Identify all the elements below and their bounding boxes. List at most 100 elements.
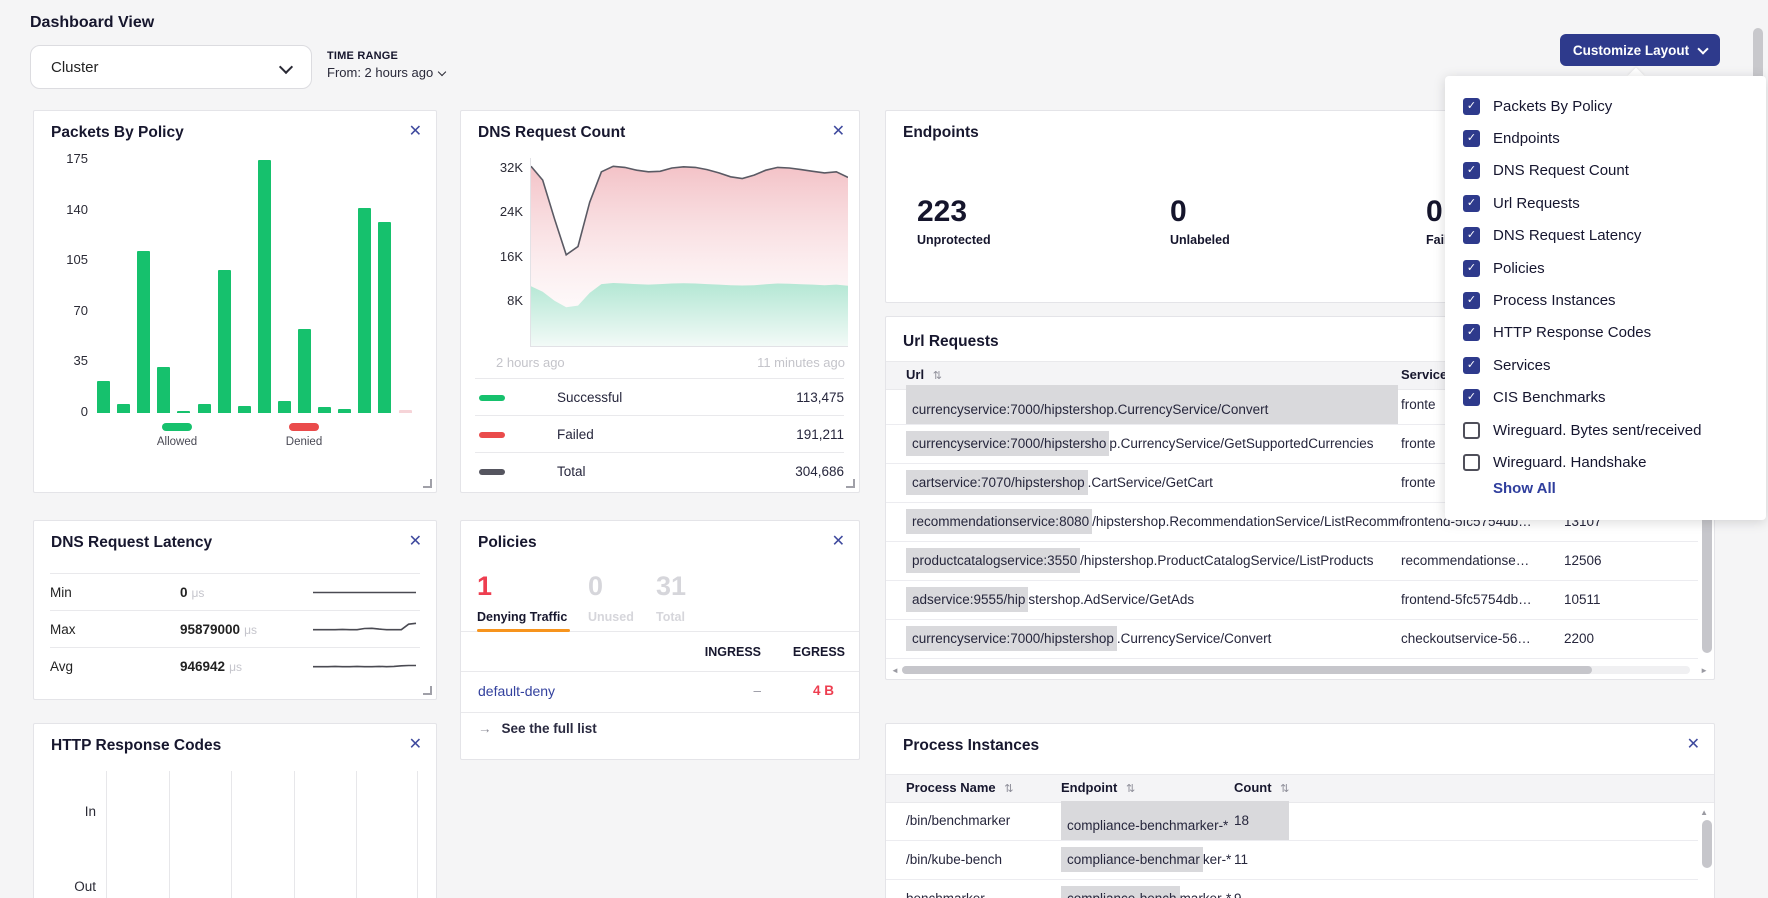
- stat-value: 223: [917, 195, 991, 229]
- column-header-process-name[interactable]: Process Name ⇅: [906, 780, 1013, 795]
- url-text: /hipstershop.ProductCatalogService/ListP…: [1080, 553, 1373, 568]
- url-cell: productcatalogservice:3550/hipstershop.P…: [906, 541, 1401, 580]
- menu-item-dns-request-count[interactable]: ✓DNS Request Count: [1445, 155, 1766, 187]
- menu-item-endpoints[interactable]: ✓Endpoints: [1445, 122, 1766, 154]
- time-range-value[interactable]: From: 2 hours ago: [327, 65, 445, 80]
- endpoint-text: marker-*: [1180, 891, 1232, 898]
- count-cell: 18: [1234, 801, 1249, 840]
- policy-name-link[interactable]: default-deny: [478, 683, 555, 699]
- checkbox-checked-icon[interactable]: ✓: [1463, 292, 1480, 309]
- vertical-scrollbar[interactable]: [1702, 820, 1712, 868]
- menu-item-cis-benchmarks[interactable]: ✓CIS Benchmarks: [1445, 382, 1766, 414]
- menu-item-dns-request-latency[interactable]: ✓ DNS Request Latency: [1445, 220, 1766, 252]
- resize-handle[interactable]: [846, 479, 855, 488]
- horizontal-scrollbar[interactable]: [902, 666, 1592, 674]
- menu-item-label: Policies: [1493, 260, 1545, 277]
- table-row[interactable]: /bin/kube-benchcompliance-benchmarker-*1…: [886, 840, 1698, 880]
- checkbox-checked-icon[interactable]: ✓: [1463, 324, 1480, 341]
- vertical-scrollbar[interactable]: [1702, 503, 1712, 653]
- menu-item-http-response-codes[interactable]: ✓HTTP Response Codes: [1445, 317, 1766, 349]
- view-scope-select[interactable]: Cluster: [30, 45, 312, 89]
- sparkline: [313, 656, 418, 677]
- legend-item-denied: Denied: [274, 423, 334, 448]
- column-header-url[interactable]: Url ⇅: [906, 367, 942, 382]
- gridline: [106, 771, 107, 898]
- policies-tab-denying-traffic[interactable]: 1Denying Traffic: [477, 571, 567, 624]
- table-row[interactable]: /bin/benchmarkercompliance-benchmarker-*…: [886, 801, 1698, 841]
- url-text: .CurrencyService/Convert: [1117, 631, 1272, 646]
- table-row[interactable]: currencyservice:7000/hipstershop.Currenc…: [886, 619, 1698, 659]
- table-row[interactable]: productcatalogservice:3550/hipstershop.P…: [886, 541, 1698, 581]
- close-icon[interactable]: ✕: [409, 121, 422, 141]
- checkbox-checked-icon[interactable]: ✓: [1463, 227, 1480, 244]
- column-header-count[interactable]: Count ⇅: [1234, 780, 1289, 795]
- bar-allowed: [318, 407, 331, 413]
- column-label: Process Name: [906, 780, 996, 795]
- column-header-egress: EGRESS: [781, 645, 845, 659]
- column-header-endpoint[interactable]: Endpoint ⇅: [1061, 780, 1135, 795]
- bar-allowed: [258, 160, 271, 413]
- policies-tab-unused[interactable]: 0Unused: [588, 571, 634, 624]
- customize-layout-button[interactable]: Customize Layout: [1560, 34, 1720, 66]
- close-icon[interactable]: ✕: [1687, 734, 1700, 754]
- menu-item-wireguard-handshake[interactable]: Wireguard. Handshake: [1445, 446, 1766, 478]
- process-name-cell: /bin/kube-bench: [906, 840, 1002, 879]
- menu-item-label: Packets By Policy: [1493, 98, 1612, 115]
- checkbox-checked-icon[interactable]: ✓: [1463, 130, 1480, 147]
- menu-item-label: DNS Request Latency: [1493, 227, 1641, 244]
- highlighted-text: currencyservice:7000/hipstershop.Currenc…: [906, 385, 1398, 424]
- endpoint-cell: compliance-benchmarker-*: [1061, 840, 1321, 879]
- menu-item-policies[interactable]: ✓ Policies: [1445, 252, 1766, 284]
- column-header-ingress: INGRESS: [699, 645, 761, 659]
- y-axis-label: 16K: [500, 249, 523, 264]
- metric-value: 946942: [180, 659, 225, 674]
- scroll-right-icon[interactable]: ►: [1700, 666, 1708, 675]
- scroll-up-icon[interactable]: ▲: [1700, 808, 1708, 817]
- packets-bar-chart: [97, 160, 427, 413]
- highlighted-text: adservice:9555/hip: [906, 587, 1028, 612]
- checkbox-checked-icon[interactable]: ✓: [1463, 162, 1480, 179]
- tab-label: Unused: [588, 610, 634, 624]
- row-label-out: Out: [54, 879, 96, 894]
- bar-allowed: [137, 251, 150, 413]
- menu-item-packets-by-policy[interactable]: ✓ Packets By Policy: [1445, 90, 1766, 122]
- tab-label: Denying Traffic: [477, 610, 567, 624]
- close-icon[interactable]: ✕: [832, 121, 845, 141]
- show-all-link[interactable]: Show All: [1493, 480, 1556, 497]
- checkbox-checked-icon[interactable]: ✓: [1463, 195, 1480, 212]
- bar-allowed: [238, 406, 251, 413]
- scroll-left-icon[interactable]: ◄: [891, 666, 899, 675]
- stat-value: 0: [1170, 195, 1230, 229]
- column-label: Endpoint: [1061, 780, 1117, 795]
- policies-tab-total[interactable]: 31Total: [656, 571, 686, 624]
- legend-label: Allowed: [157, 436, 197, 448]
- close-icon[interactable]: ✕: [832, 531, 845, 551]
- y-axis-label: 105: [66, 252, 88, 267]
- column-header-service[interactable]: Service: [1401, 367, 1447, 382]
- menu-item-wireguard-bytes-sent-received[interactable]: Wireguard. Bytes sent/received: [1445, 414, 1766, 446]
- widget-process-instances: Process Instances ✕ Process Name ⇅ Endpo…: [885, 723, 1715, 898]
- table-row[interactable]: adservice:9555/hipstershop.AdService/Get…: [886, 580, 1698, 620]
- widget-http-response-codes: HTTP Response Codes ✕ InOut: [33, 723, 437, 898]
- process-name-cell: benchmarker: [906, 879, 985, 898]
- checkbox-checked-icon[interactable]: ✓: [1463, 389, 1480, 406]
- checkbox-checked-icon[interactable]: ✓: [1463, 357, 1480, 374]
- menu-item-url-requests[interactable]: ✓Url Requests: [1445, 187, 1766, 219]
- widget-dns-request-latency: DNS Request Latency ✕ Min0μsMax95879000μ…: [33, 520, 437, 700]
- checkbox-checked-icon[interactable]: ✓: [1463, 260, 1480, 277]
- resize-handle[interactable]: [423, 479, 432, 488]
- menu-item-process-instances[interactable]: ✓Process Instances: [1445, 284, 1766, 316]
- close-icon[interactable]: ✕: [409, 531, 422, 551]
- highlighted-text: cartservice:7070/hipstershop: [906, 470, 1088, 495]
- resize-handle[interactable]: [423, 686, 432, 695]
- table-row[interactable]: benchmarkercompliance-benchmarker-*9: [886, 879, 1698, 898]
- checkbox-checked-icon[interactable]: ✓: [1463, 98, 1480, 115]
- menu-item-services[interactable]: ✓Services: [1445, 349, 1766, 381]
- legend-value: 304,686: [795, 464, 844, 479]
- checkbox-unchecked-icon[interactable]: [1463, 454, 1480, 471]
- egress-value: 4 B: [756, 683, 834, 698]
- sort-icon: ⇅: [1004, 783, 1013, 795]
- endpoint-stat-unprotected: 223Unprotected: [917, 195, 991, 247]
- see-full-list-link[interactable]: →See the full list: [478, 721, 597, 736]
- checkbox-unchecked-icon[interactable]: [1463, 422, 1480, 439]
